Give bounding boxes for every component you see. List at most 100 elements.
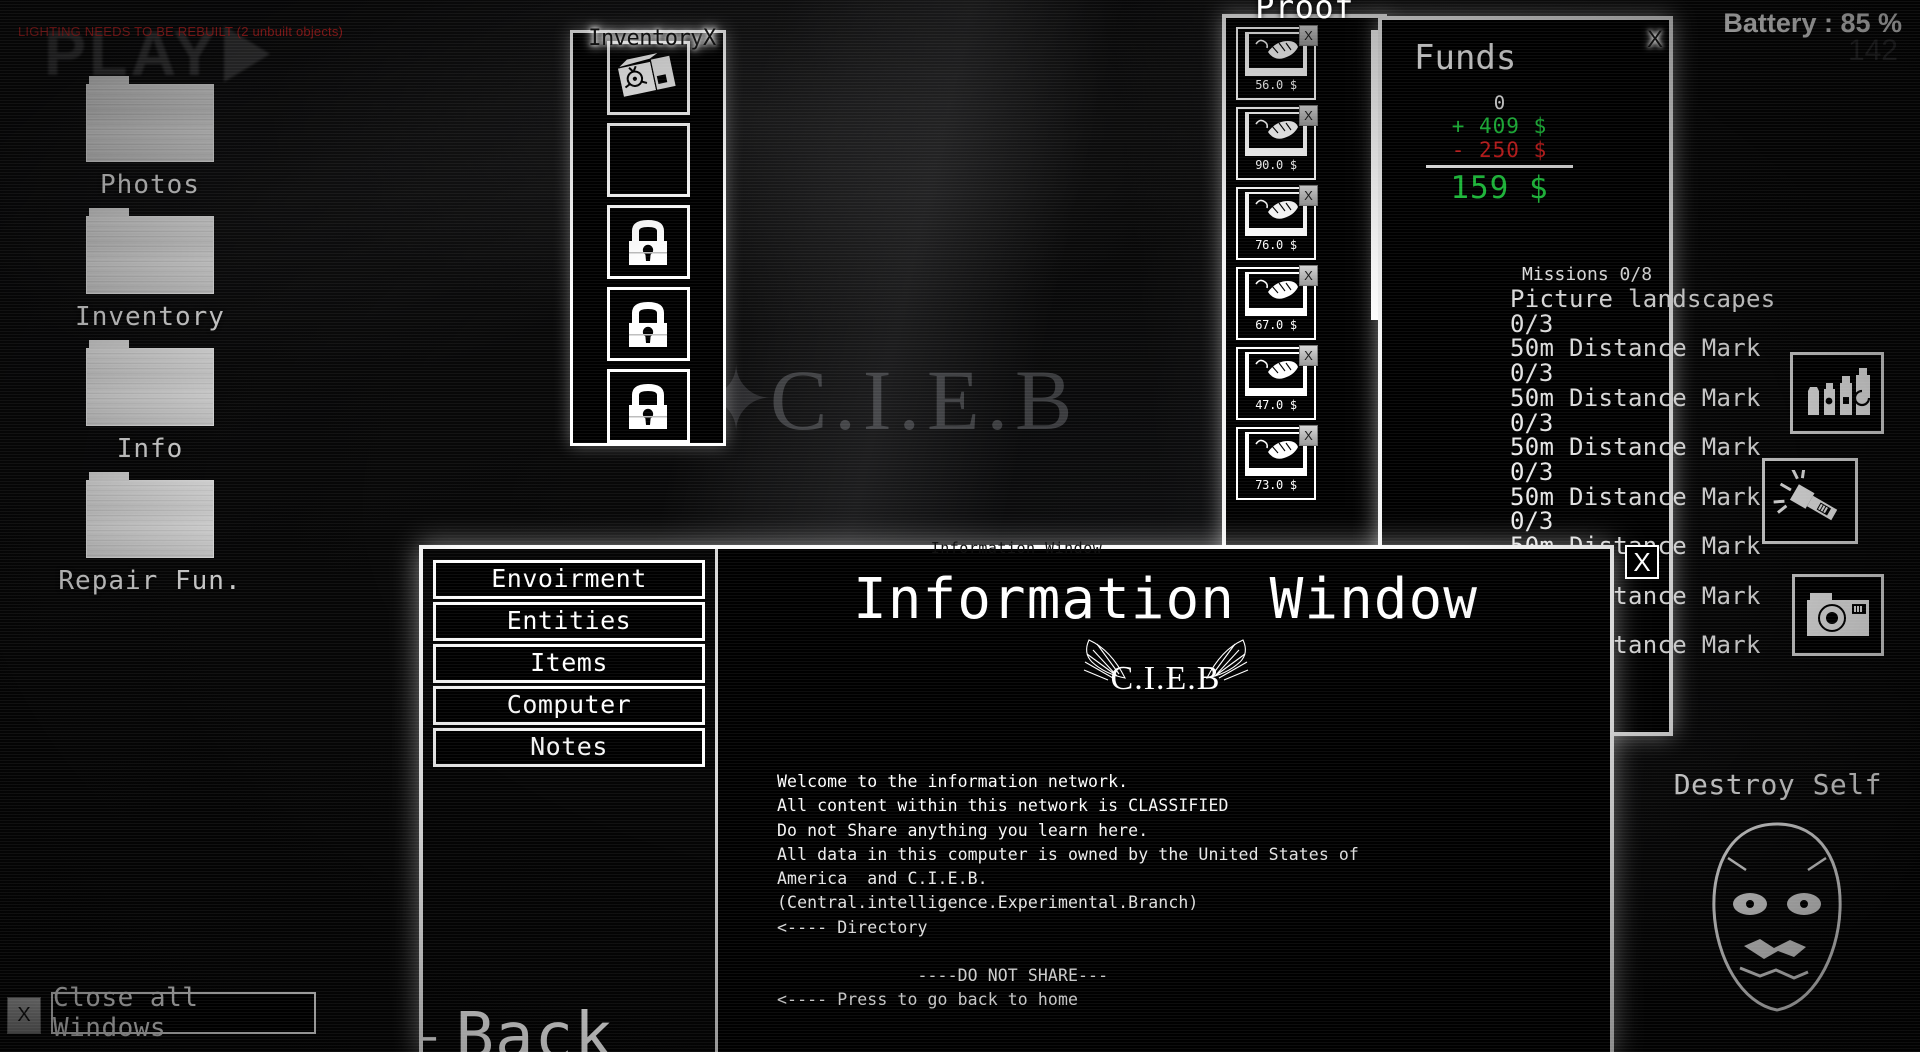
cieb-logo: C.I.E.B bbox=[721, 636, 1610, 716]
mission-name: 50m Distance Mark bbox=[1510, 383, 1761, 412]
hud-slot-camera[interactable] bbox=[1792, 574, 1884, 656]
mission-progress: 0/3 bbox=[1510, 359, 1554, 388]
proof-remove-icon[interactable]: X bbox=[1299, 265, 1318, 286]
proof-item[interactable]: X 73.0 $ bbox=[1236, 425, 1318, 500]
hud-slot-spray-cans[interactable] bbox=[1790, 352, 1884, 434]
folder-icon bbox=[86, 76, 214, 162]
mission-progress: 0/3 bbox=[1510, 458, 1554, 487]
photo-evidence-icon bbox=[1245, 352, 1307, 396]
inventory-slot-5[interactable] bbox=[606, 369, 690, 443]
cieb-ghost-logo: C.I.E.B bbox=[770, 352, 1080, 448]
camera-icon bbox=[1807, 593, 1869, 636]
proof-item-price: 47.0 $ bbox=[1255, 398, 1297, 412]
folder-label: Inventory bbox=[75, 302, 225, 332]
proof-item-price: 90.0 $ bbox=[1255, 158, 1297, 172]
proof-item[interactable]: X 90.0 $ bbox=[1236, 105, 1318, 180]
inventory-close-icon[interactable]: X bbox=[703, 26, 716, 51]
missions-header: Missions 0/8 bbox=[1522, 264, 1653, 285]
proof-remove-icon[interactable]: X bbox=[1299, 425, 1318, 446]
mission-progress: 0/3 bbox=[1510, 408, 1554, 437]
funds-divider bbox=[1426, 165, 1573, 168]
mission-name: 50m Distance Mark bbox=[1510, 482, 1761, 511]
proof-window-title: Proof bbox=[1255, 0, 1354, 26]
funds-close-icon[interactable]: X bbox=[1647, 26, 1663, 54]
information-window-body-text: Welcome to the information network. All … bbox=[777, 772, 1359, 1010]
back-label: Back bbox=[455, 1000, 614, 1052]
info-menu-computer[interactable]: Computer bbox=[433, 686, 705, 725]
proof-item[interactable]: X 56.0 $ bbox=[1236, 25, 1318, 100]
folder-icon bbox=[86, 208, 214, 294]
spray-cans-icon bbox=[1808, 368, 1871, 415]
biohazard-box-icon bbox=[615, 52, 678, 99]
funds-income-value: + 409 $ bbox=[1451, 114, 1548, 138]
mission-item: 50m Distance Mark 0/3 bbox=[1510, 383, 1761, 437]
inventory-slot-list bbox=[573, 33, 723, 443]
mission-item: Picture landscapes 0/3 bbox=[1510, 287, 1775, 336]
proof-remove-icon[interactable]: X bbox=[1299, 345, 1318, 366]
proof-remove-icon[interactable]: X bbox=[1299, 185, 1318, 206]
proof-remove-icon[interactable]: X bbox=[1299, 25, 1318, 46]
information-window-heading: Information Window bbox=[853, 567, 1478, 632]
inventory-slot-1[interactable] bbox=[606, 41, 690, 115]
mission-item: 50m Distance Mark 0/3 bbox=[1510, 482, 1761, 536]
info-menu-items[interactable]: Items bbox=[433, 644, 705, 683]
info-menu-notes[interactable]: Notes bbox=[433, 728, 705, 767]
proof-item-price: 76.0 $ bbox=[1255, 238, 1297, 252]
mission-item: 50m Distance Mark 0/3 bbox=[1510, 334, 1761, 388]
hud-slot-flashlight[interactable] bbox=[1762, 458, 1858, 544]
information-back-button[interactable]: ← Back bbox=[423, 1000, 614, 1052]
proof-item-price: 67.0 $ bbox=[1255, 318, 1297, 332]
funds-title: Funds bbox=[1414, 38, 1517, 78]
funds-breakdown: 0 + 409 $ - 250 $ 159 $ bbox=[1382, 92, 1577, 206]
close-all-x-icon[interactable]: X bbox=[7, 997, 41, 1034]
mission-item: 50m Distance Mark 0/3 bbox=[1510, 435, 1760, 487]
proof-item[interactable]: X 47.0 $ bbox=[1236, 345, 1318, 420]
lighting-warning-text: LIGHTING NEEDS TO BE REBUILT (2 unbuilt … bbox=[18, 24, 344, 39]
info-menu-envoirment[interactable]: Envoirment bbox=[433, 560, 705, 599]
desktop-folder-photos[interactable]: Photos bbox=[0, 76, 300, 200]
desktop-folder-info[interactable]: Info bbox=[0, 340, 300, 464]
cieb-logo-text: C.I.E.B bbox=[1110, 660, 1221, 697]
game-screen: PLAY LIGHTING NEEDS TO BE REBUILT (2 unb… bbox=[0, 0, 1920, 1052]
information-window-sidebar: Envoirment Entities Items Computer Notes… bbox=[423, 549, 718, 1052]
flashlight-icon bbox=[1773, 470, 1838, 521]
photo-evidence-icon bbox=[1245, 32, 1307, 76]
desktop-folder-repair-fun[interactable]: Repair Fun. bbox=[0, 472, 300, 596]
photo-evidence-icon bbox=[1245, 272, 1307, 316]
folder-icon bbox=[86, 472, 214, 558]
folder-label: Info bbox=[116, 434, 184, 464]
funds-total-value: 159 $ bbox=[1450, 170, 1549, 206]
proof-window: X 56.0 $ X 90.0 $ X 76.0 $ X 67.0 $ X 47… bbox=[1222, 14, 1387, 592]
proof-item[interactable]: X 76.0 $ bbox=[1236, 185, 1318, 260]
inventory-slot-2[interactable] bbox=[606, 123, 690, 197]
mission-progress: 0/3 bbox=[1510, 507, 1554, 536]
funds-expense-value: - 250 $ bbox=[1451, 138, 1548, 162]
photo-evidence-icon bbox=[1245, 432, 1307, 476]
information-window-close-icon[interactable]: X bbox=[1625, 545, 1659, 579]
desktop-folder-inventory[interactable]: Inventory bbox=[0, 208, 300, 332]
close-all-windows-button[interactable]: Close all Windows bbox=[51, 983, 316, 1043]
photo-evidence-icon bbox=[1245, 112, 1307, 156]
information-window-titlebar: Information Window bbox=[930, 539, 1103, 557]
lock-icon bbox=[629, 220, 667, 265]
information-window-content: Information Window C.I.E.B Welcome to th… bbox=[721, 549, 1610, 1052]
info-menu-entities[interactable]: Entities bbox=[433, 602, 705, 641]
inventory-slot-4[interactable] bbox=[606, 287, 690, 361]
battery-status: Battery : 85 % bbox=[1723, 8, 1902, 38]
destroy-self-label[interactable]: Destroy Self bbox=[1674, 768, 1882, 801]
folder-label: Repair Fun. bbox=[58, 566, 242, 596]
proof-item-price: 56.0 $ bbox=[1255, 78, 1297, 92]
inventory-title-label: Inventory bbox=[588, 26, 703, 51]
inventory-window-title: InventoryX bbox=[572, 26, 732, 51]
inventory-slot-3[interactable] bbox=[606, 205, 690, 279]
folder-label: Photos bbox=[100, 170, 200, 200]
photo-evidence-icon bbox=[1245, 192, 1307, 236]
lock-icon bbox=[629, 384, 667, 429]
inventory-window bbox=[570, 30, 726, 446]
mask-face-icon bbox=[1692, 818, 1862, 1018]
proof-remove-icon[interactable]: X bbox=[1299, 105, 1318, 126]
desktop-folder-list: Photos Inventory Info Repair Fun. bbox=[0, 76, 300, 612]
funds-base-value: 0 bbox=[1493, 92, 1506, 114]
mission-name: 50m Distance Mark bbox=[1510, 334, 1761, 363]
proof-item[interactable]: X 67.0 $ bbox=[1236, 265, 1318, 340]
